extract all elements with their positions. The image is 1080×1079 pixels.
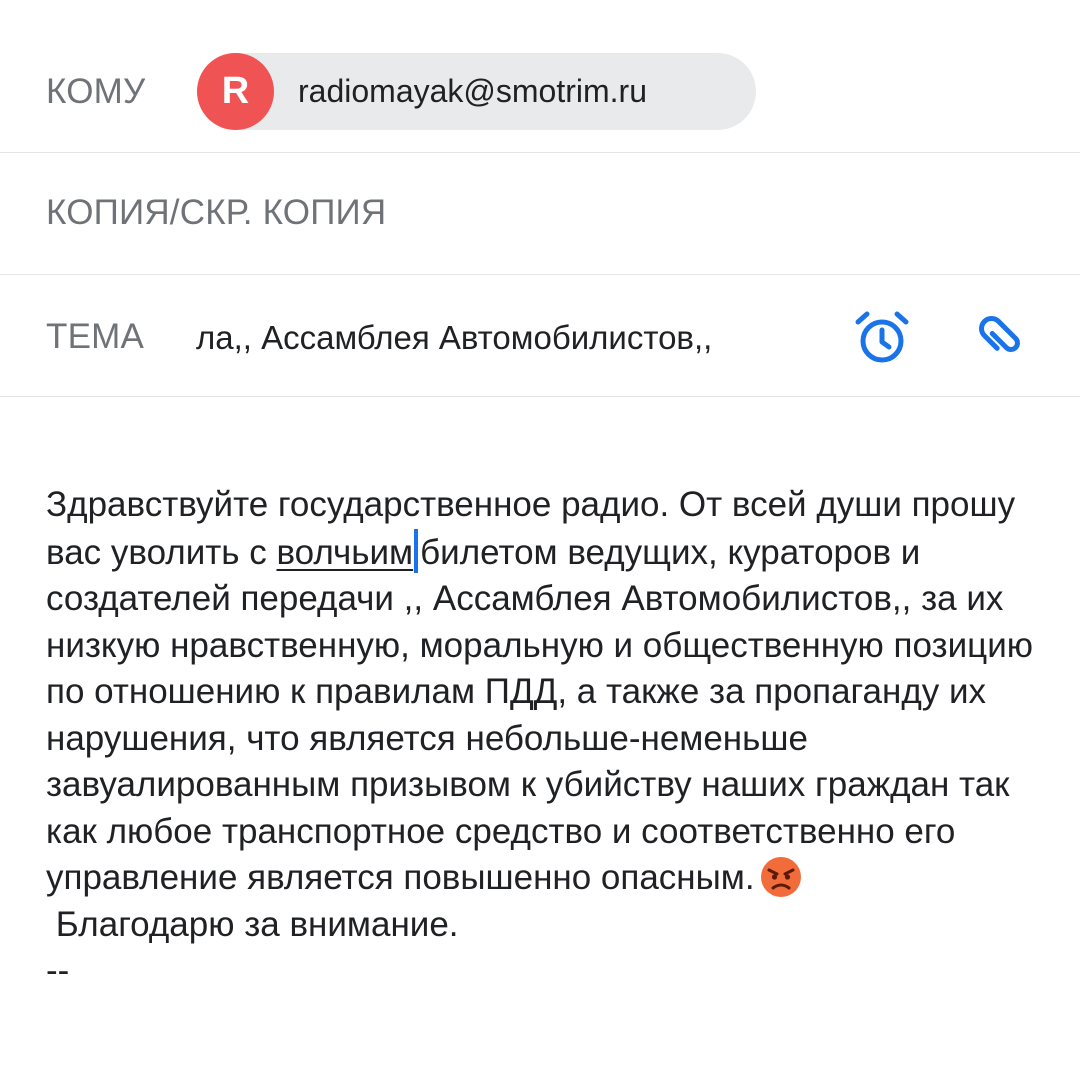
recipient-email: radiomayak@smotrim.ru bbox=[298, 73, 647, 109]
closing-line: Благодарю за внимание. bbox=[46, 904, 459, 944]
text-cursor bbox=[414, 528, 419, 573]
cc-bcc-label: КОПИЯ/СКР. КОПИЯ bbox=[46, 193, 387, 232]
underlined-word: волчьим bbox=[276, 532, 414, 572]
recipient-chip[interactable]: R radiomayak@smotrim.ru bbox=[197, 53, 756, 130]
message-body[interactable]: Здравствуйте государственное радио. От в… bbox=[46, 482, 1056, 995]
subject-input[interactable]: ла,, Ассамблея Автомобилистов,, bbox=[196, 319, 796, 357]
angry-face-emoji bbox=[760, 857, 801, 897]
subject-label: ТЕМА bbox=[46, 317, 145, 356]
alarm-clock-icon[interactable] bbox=[850, 305, 914, 369]
to-label: КОМУ bbox=[46, 72, 146, 111]
recipient-avatar: R bbox=[197, 53, 274, 130]
body-text-rest: билетом ведущих, кураторов и создателей … bbox=[46, 532, 1033, 898]
cc-bcc-row[interactable]: КОПИЯ/СКР. КОПИЯ bbox=[0, 153, 1080, 275]
email-compose: КОМУ R radiomayak@smotrim.ru КОПИЯ/СКР. … bbox=[0, 0, 1080, 1079]
attachment-icon[interactable] bbox=[968, 305, 1032, 369]
subject-row[interactable]: ТЕМА ла,, Ассамблея Автомобилистов,, bbox=[0, 275, 1080, 397]
message-paragraph: Здравствуйте государственное радио. От в… bbox=[46, 482, 1056, 902]
signature-separator: -- bbox=[46, 951, 70, 990]
to-row[interactable]: КОМУ R radiomayak@smotrim.ru bbox=[0, 32, 1080, 153]
